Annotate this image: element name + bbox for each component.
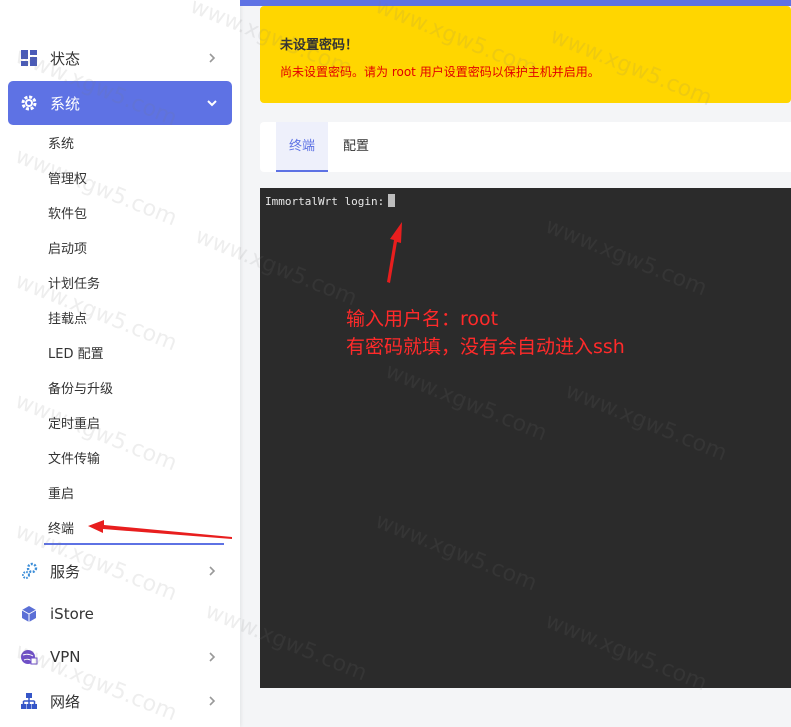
chevron-right-icon: [204, 563, 220, 579]
alert-message: 尚未设置密码。请为 root 用户设置密码以保护主机并启用。: [280, 65, 600, 79]
nav-status-label: 状态: [50, 49, 81, 68]
sub-item-terminal[interactable]: 终端: [48, 520, 74, 540]
network-icon: [20, 692, 38, 710]
sub-item-reboot[interactable]: 重启: [48, 485, 74, 505]
alert-title: 未设置密码！: [280, 38, 359, 53]
nav-services[interactable]: 服务: [8, 549, 232, 593]
sidebar: 状态 系统 系统 管理权 软件包 启动项 计划任务 挂载点 LED 配置 备份与…: [0, 0, 240, 727]
active-sub-item-underline: [44, 543, 224, 545]
sub-item-led-config[interactable]: LED 配置: [48, 345, 104, 365]
annotation-line-1: 输入用户名：root: [346, 308, 499, 330]
sub-item-backup-upgrade[interactable]: 备份与升级: [48, 380, 113, 400]
terminal-cursor: [388, 194, 396, 207]
gears-icon: [20, 562, 38, 580]
nav-vpn-label: VPN: [50, 648, 81, 666]
sub-item-scheduled-tasks[interactable]: 计划任务: [48, 275, 100, 295]
nav-istore-label: iStore: [50, 605, 94, 623]
nav-istore[interactable]: iStore: [8, 592, 232, 636]
nav-system-label: 系统: [50, 94, 81, 113]
cube-icon: [20, 605, 38, 623]
dashboard-icon: [20, 49, 38, 67]
terminal-window[interactable]: ImmortalWrt login:: [260, 188, 791, 688]
tab-config[interactable]: 配置: [330, 122, 382, 172]
nav-vpn[interactable]: VPN: [8, 635, 232, 679]
chevron-right-icon: [204, 693, 220, 709]
globe-lock-icon: [20, 648, 38, 666]
tab-terminal[interactable]: 终端: [276, 122, 329, 172]
nav-network-label: 网络: [50, 692, 81, 711]
nav-services-label: 服务: [50, 562, 81, 581]
sub-item-scheduled-reboot[interactable]: 定时重启: [48, 415, 100, 435]
sub-item-system[interactable]: 系统: [48, 135, 74, 155]
annotation-line-2: 有密码就填，没有会自动进入ssh: [346, 336, 625, 358]
nav-status[interactable]: 状态: [8, 36, 232, 80]
sub-item-mount-points[interactable]: 挂载点: [48, 310, 87, 330]
terminal-prompt: ImmortalWrt login:: [265, 195, 385, 208]
tab-bar: 终端 配置: [260, 122, 791, 172]
chevron-right-icon: [204, 50, 220, 66]
chevron-right-icon: [204, 649, 220, 665]
terminal-prompt-line: ImmortalWrt login:: [265, 194, 396, 208]
sub-item-file-transfer[interactable]: 文件传输: [48, 450, 100, 470]
gear-icon: [20, 94, 38, 112]
sub-item-packages[interactable]: 软件包: [48, 205, 87, 225]
chevron-down-icon: [204, 95, 220, 111]
sub-item-startup[interactable]: 启动项: [48, 240, 87, 260]
password-alert: 未设置密码！ 尚未设置密码。请为 root 用户设置密码以保护主机并启用。: [260, 6, 791, 103]
sub-item-admin[interactable]: 管理权: [48, 170, 87, 190]
nav-network[interactable]: 网络: [8, 679, 232, 723]
nav-system[interactable]: 系统: [8, 81, 232, 125]
